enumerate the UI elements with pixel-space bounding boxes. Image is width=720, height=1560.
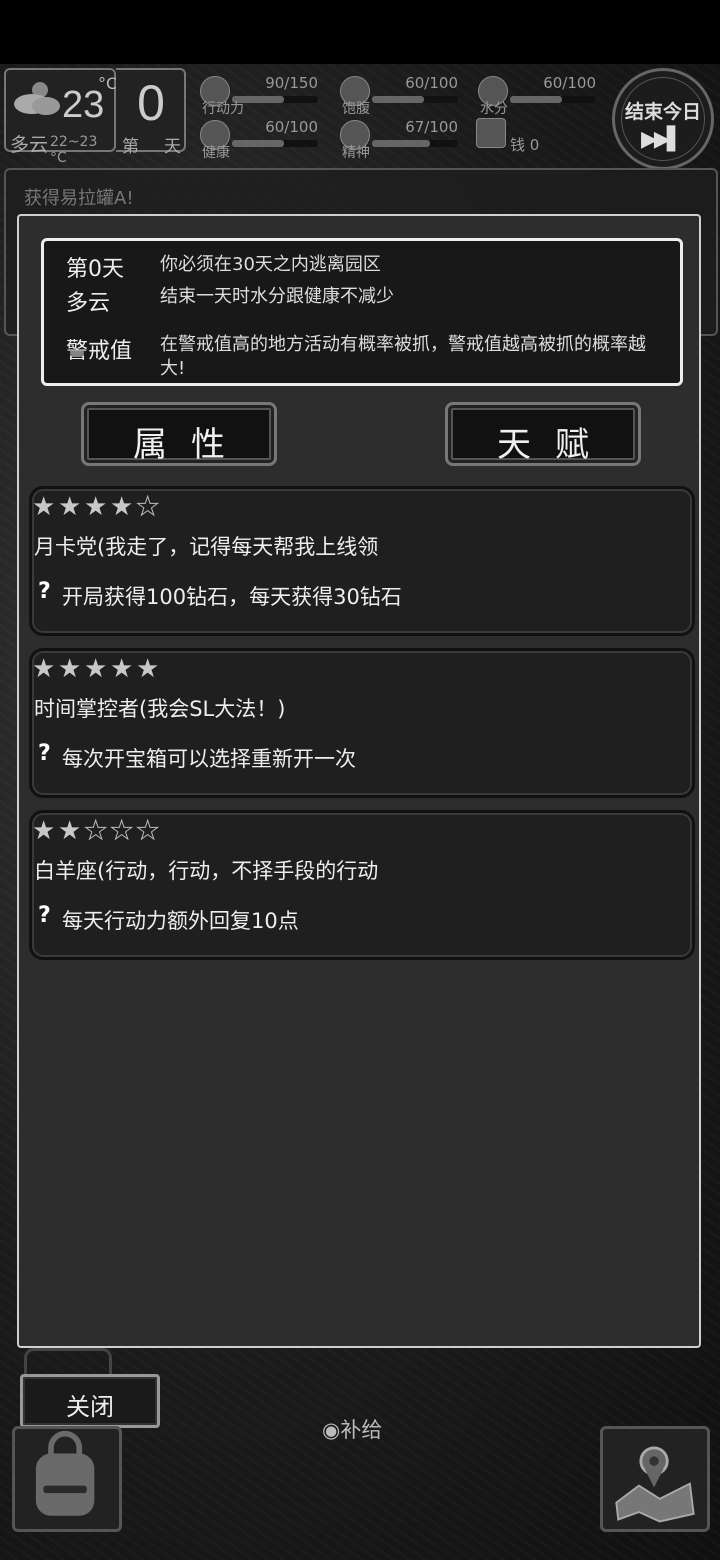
talent-description: 每次开宝箱可以选择重新开一次: [62, 747, 356, 771]
star-filled-icon: ★: [136, 654, 160, 684]
stat-water: 60/100 水分: [478, 74, 596, 117]
stat-spirit: 67/100 精神: [340, 118, 458, 161]
temperature-unit: °C: [98, 74, 118, 93]
stat-bar: [232, 96, 318, 103]
star-filled-icon: ★: [32, 492, 56, 522]
map-icon: [615, 1446, 695, 1523]
stat-bar-fill: [372, 140, 430, 147]
talent-card[interactable]: ★ ★ ★ ★ ★ 白羊座(行动，行动，不择手段的行动 ? 每天行动力额外回复10点: [29, 810, 695, 960]
talent-title: 时间掌控者(我会SL大法！): [34, 697, 286, 721]
talent-card[interactable]: ★ ★ ★ ★ ★ 时间掌控者(我会SL大法！) ? 每次开宝箱可以选择重新开一次: [29, 648, 695, 798]
talent-dialog: 第0天 你必须在30天之内逃离园区 多云 结束一天时水分跟健康不减少 警戒值 在…: [17, 214, 701, 1348]
star-filled-icon: ★: [58, 654, 82, 684]
end-day-label: 结束今日: [624, 101, 701, 123]
stat-value: 60/100: [543, 74, 596, 92]
stat-label: 行动力: [202, 101, 244, 117]
stat-bar: [372, 140, 458, 147]
game-info-box: 第0天 你必须在30天之内逃离园区 多云 结束一天时水分跟健康不减少 警戒值 在…: [41, 238, 683, 386]
weather-panel: 23 °C 多云 22~23 °C: [4, 68, 118, 166]
talent-description: 每天行动力额外回复10点: [62, 909, 299, 933]
stat-value: 60/100: [405, 74, 458, 92]
star-filled-icon: ★: [32, 654, 56, 684]
stat-value: 90/150: [265, 74, 318, 92]
status-bar-area: [0, 0, 720, 64]
backpack-button[interactable]: [12, 1426, 122, 1532]
question-icon[interactable]: ?: [38, 741, 51, 766]
stat-label: 水分: [480, 101, 508, 117]
star-filled-icon: ★: [84, 654, 108, 684]
day-label-suffix: 天: [164, 137, 181, 157]
stat-bar: [232, 140, 318, 147]
stat-value: 67/100: [405, 118, 458, 136]
tab-attributes-label: 属性: [133, 425, 249, 465]
stat-bar: [510, 96, 596, 103]
hud: 23 °C 多云 22~23 °C 0 第 天 90/150 行动力 60/10…: [0, 64, 720, 170]
star-rating: ★ ★ ★ ★ ★: [32, 655, 162, 683]
money-icon: [476, 118, 506, 148]
stat-value: 60/100: [265, 118, 318, 136]
star-rating: ★ ★ ★ ★ ★: [32, 816, 162, 846]
stat-label: 健康: [202, 145, 230, 161]
star-filled-icon: ★: [58, 816, 82, 846]
info-day-value: 你必须在30天之内逃离园区: [160, 254, 381, 275]
stat-label: 饱腹: [342, 101, 370, 117]
star-empty-icon: ★: [136, 492, 160, 522]
star-rating: ★ ★ ★ ★ ★: [32, 492, 162, 522]
money-label: 钱 0: [510, 136, 540, 154]
map-button[interactable]: [600, 1426, 710, 1532]
star-empty-icon: ★: [84, 816, 108, 846]
info-alert-value: 在警戒值高的地方活动有概率被抓，警戒值越高被抓的概率越大!: [160, 334, 646, 379]
stat-bar-fill: [232, 140, 284, 147]
info-alert-key: 警戒值: [66, 339, 133, 364]
backpack-icon: [35, 1430, 95, 1516]
stat-bar-fill: [372, 96, 424, 103]
info-day-key: 第0天: [66, 257, 124, 282]
star-filled-icon: ★: [110, 654, 134, 684]
stat-label: 精神: [342, 145, 370, 161]
cloud-sun-icon: [14, 82, 60, 115]
weather-range: 22~23 °C: [50, 134, 98, 166]
question-icon[interactable]: ?: [38, 903, 51, 928]
star-filled-icon: ★: [110, 492, 134, 522]
day-number: 0: [137, 75, 165, 131]
day-label-prefix: 第: [122, 137, 139, 157]
decorative-frame: [24, 1348, 112, 1376]
info-weather-key: 多云: [66, 291, 111, 316]
talent-title: 白羊座(行动，行动，不择手段的行动: [34, 859, 379, 883]
star-filled-icon: ★: [58, 492, 82, 522]
stat-satiety: 60/100 饱腹: [340, 74, 458, 117]
stat-action: 90/150 行动力: [200, 74, 318, 117]
star-filled-icon: ★: [32, 816, 56, 846]
tab-talents[interactable]: 天赋: [445, 402, 641, 466]
stat-bar-fill: [510, 96, 562, 103]
message-log-text: 获得易拉罐A!: [24, 188, 134, 209]
supply-label[interactable]: ◉补给: [322, 1414, 382, 1444]
star-filled-icon: ★: [84, 492, 108, 522]
day-counter: 0 第 天: [116, 68, 186, 157]
star-empty-icon: ★: [136, 816, 160, 846]
stat-health: 60/100 健康: [200, 118, 318, 161]
info-weather-value: 结束一天时水分跟健康不减少: [160, 286, 394, 307]
star-empty-icon: ★: [110, 816, 134, 846]
talent-card[interactable]: ★ ★ ★ ★ ★ 月卡党(我走了，记得每天帮我上线领 ? 开局获得100钻石，每天获得…: [29, 486, 695, 636]
question-icon[interactable]: ?: [38, 579, 51, 604]
tab-talents-label: 天赋: [497, 425, 613, 465]
talent-description: 开局获得100钻石，每天获得30钻石: [62, 585, 402, 609]
close-button-label: 关闭: [66, 1393, 114, 1421]
fast-forward-icon: ▶▶▌: [641, 127, 684, 152]
weather-condition: 多云: [10, 134, 49, 156]
tab-attributes[interactable]: 属性: [81, 402, 277, 466]
talent-title: 月卡党(我走了，记得每天帮我上线领: [34, 535, 379, 559]
end-day-button[interactable]: 结束今日 ▶▶▌: [612, 68, 714, 170]
stat-bar: [372, 96, 458, 103]
close-button[interactable]: 关闭: [20, 1374, 160, 1428]
